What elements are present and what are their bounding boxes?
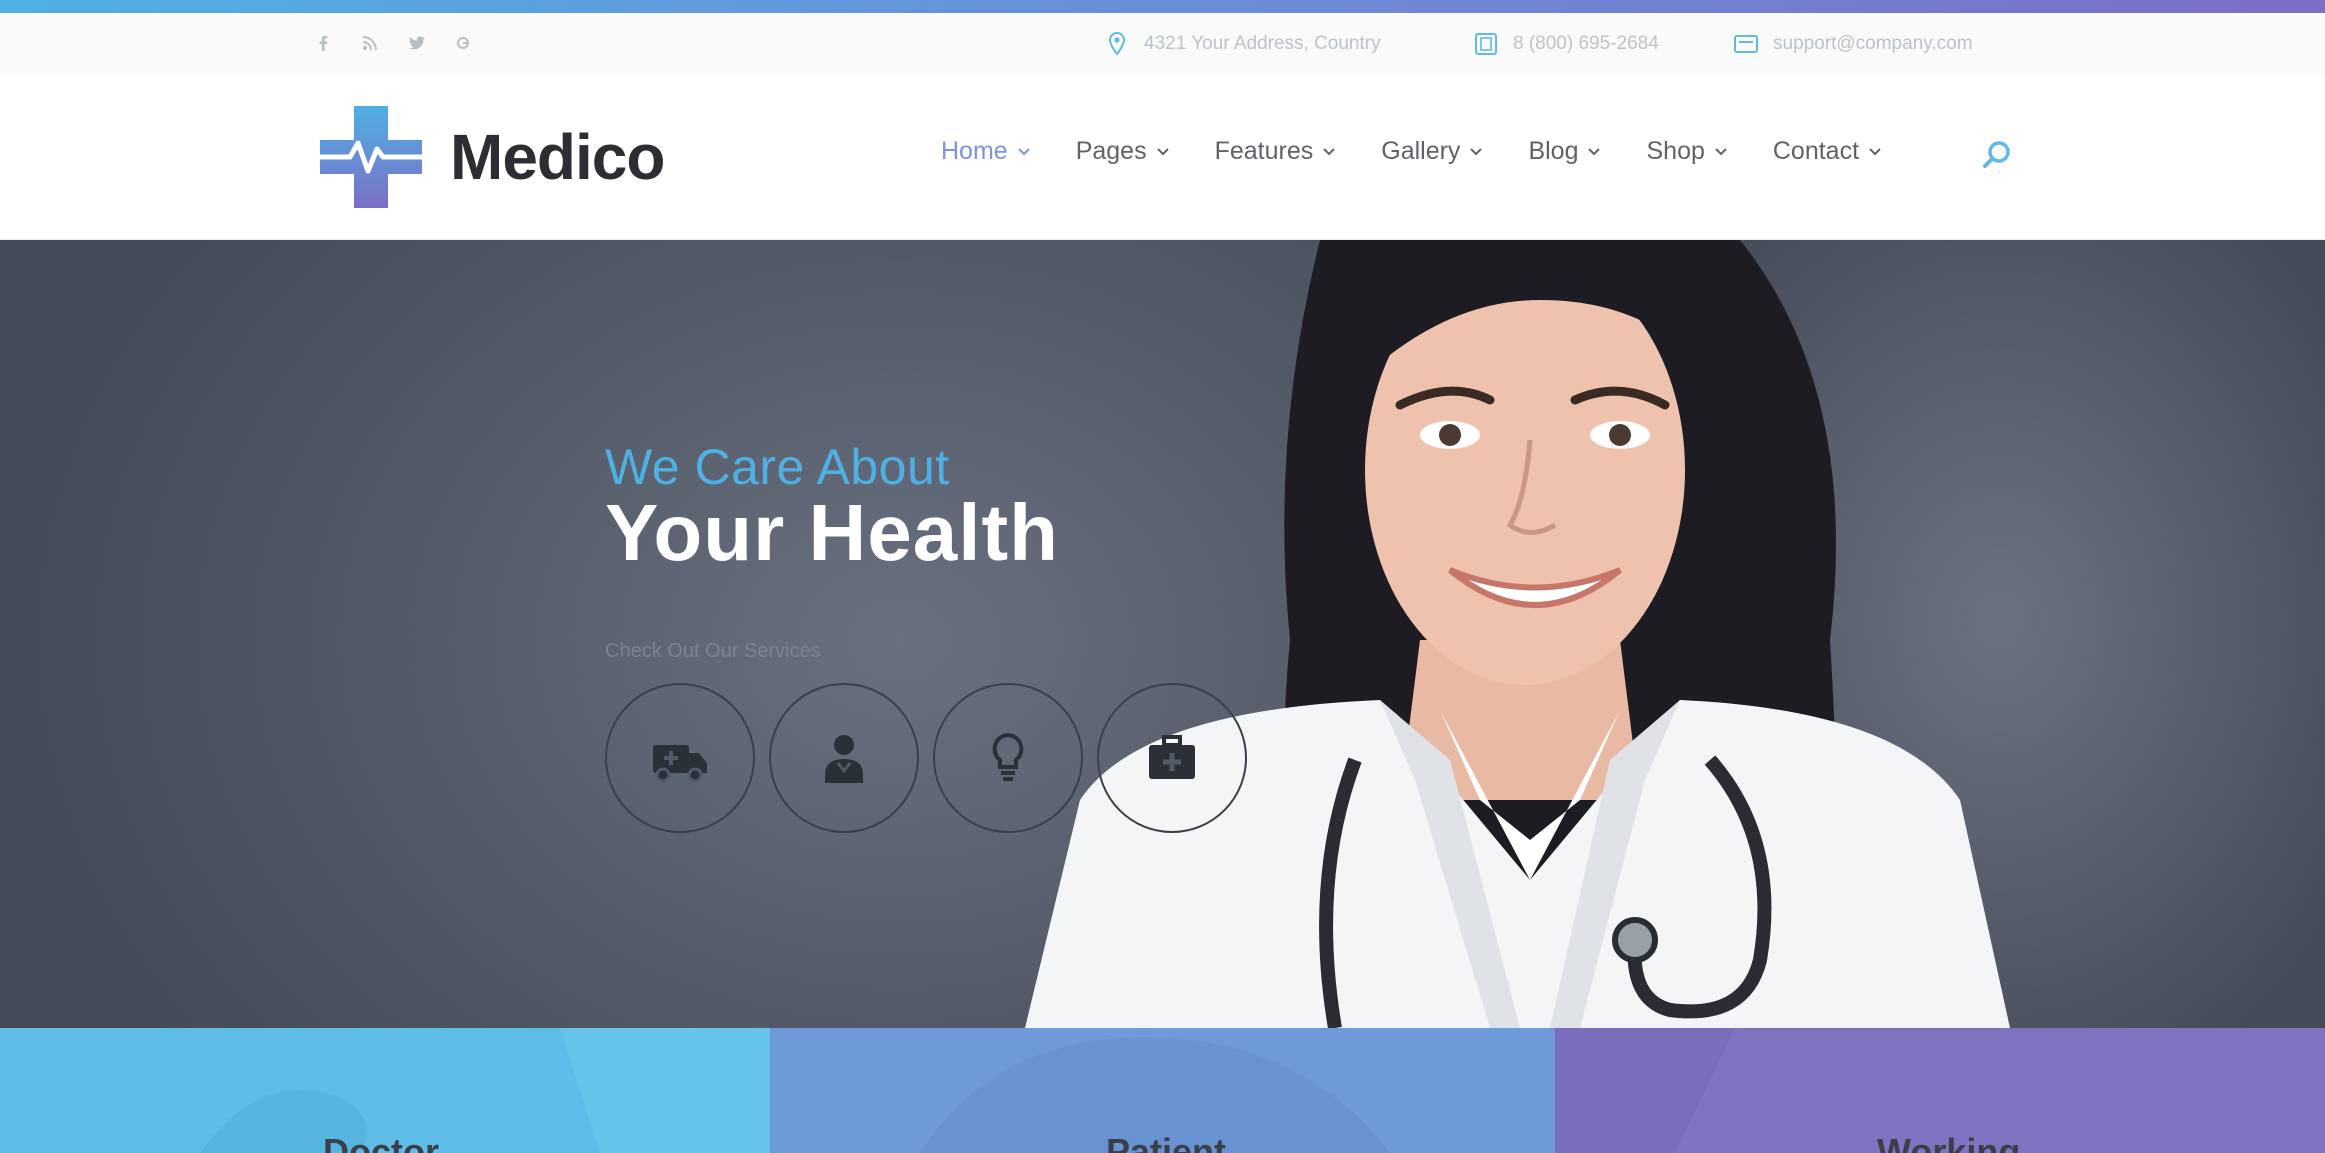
panel-title: Doctor bbox=[323, 1131, 439, 1153]
panel-title: Working bbox=[1877, 1131, 2021, 1153]
nav-item-pages[interactable]: Pages bbox=[1076, 137, 1170, 166]
services-label: Check Out Our Services bbox=[605, 640, 821, 662]
panel-patient[interactable]: Patient bbox=[770, 1028, 1555, 1153]
social-links bbox=[312, 31, 475, 55]
email-contact: support@company.com bbox=[1733, 31, 1973, 57]
medical-cross-logo-icon bbox=[320, 106, 422, 208]
nav-label: Gallery bbox=[1381, 137, 1461, 165]
first-aid-kit-icon bbox=[1149, 735, 1195, 779]
utility-bar: 4321 Your Address, Country 8 (800) 695-2… bbox=[0, 13, 2325, 75]
service-first-aid-button[interactable] bbox=[1097, 683, 1247, 833]
main-header: Medico Home Pages Features Gallery Blog … bbox=[0, 75, 2325, 240]
nav-item-blog[interactable]: Blog bbox=[1528, 137, 1601, 166]
phone-text[interactable]: 8 (800) 695-2684 bbox=[1513, 33, 1659, 55]
panel-doctor[interactable]: Doctor bbox=[0, 1028, 770, 1153]
nav-item-shop[interactable]: Shop bbox=[1646, 137, 1727, 166]
service-idea-button[interactable] bbox=[933, 683, 1083, 833]
nav-item-features[interactable]: Features bbox=[1215, 137, 1337, 166]
doctor-photo bbox=[1025, 240, 2010, 1028]
doctor-icon bbox=[825, 735, 863, 783]
chevron-down-icon bbox=[1470, 147, 1483, 155]
panel-title: Patient bbox=[1106, 1131, 1227, 1153]
nav-label: Home bbox=[941, 137, 1008, 165]
service-ambulance-button[interactable] bbox=[605, 683, 755, 833]
twitter-icon[interactable] bbox=[406, 31, 428, 55]
nav-label: Contact bbox=[1772, 137, 1860, 165]
nav-label: Features bbox=[1214, 137, 1314, 165]
chevron-down-icon bbox=[1017, 147, 1030, 155]
map-pin-icon bbox=[1108, 31, 1126, 56]
chevron-down-icon bbox=[1715, 147, 1727, 155]
phone-contact: 8 (800) 695-2684 bbox=[1473, 31, 1659, 57]
hero-banner: We Care About Your Health Check Out Our … bbox=[0, 240, 2325, 1028]
service-doctor-button[interactable] bbox=[769, 683, 919, 833]
hero-headline: Your Health bbox=[605, 488, 1060, 577]
ambulance-icon bbox=[653, 745, 707, 783]
chevron-down-icon bbox=[1869, 147, 1881, 155]
logo-text: Medico bbox=[450, 121, 665, 193]
nav-item-home[interactable]: Home bbox=[941, 137, 1031, 166]
nav-label: Blog bbox=[1528, 137, 1579, 165]
address-text: 4321 Your Address, Country bbox=[1144, 33, 1381, 54]
nav-item-contact[interactable]: Contact bbox=[1773, 137, 1882, 166]
address-contact: 4321 Your Address, Country bbox=[1104, 31, 1381, 57]
lightbulb-icon bbox=[992, 732, 1024, 781]
chevron-down-icon bbox=[1588, 147, 1601, 155]
envelope-icon bbox=[1734, 35, 1758, 53]
google-plus-icon[interactable] bbox=[453, 31, 475, 55]
main-nav: Home Pages Features Gallery Blog Shop Co… bbox=[941, 137, 1882, 166]
search-icon bbox=[1983, 141, 2010, 168]
facebook-icon[interactable] bbox=[312, 31, 334, 55]
nav-item-gallery[interactable]: Gallery bbox=[1381, 137, 1483, 166]
top-accent-bar bbox=[0, 0, 2325, 13]
email-text[interactable]: support@company.com bbox=[1773, 33, 1973, 55]
search-button[interactable] bbox=[1981, 138, 2015, 172]
nav-label: Shop bbox=[1646, 137, 1705, 165]
nav-label: Pages bbox=[1075, 137, 1147, 165]
panel-working[interactable]: Working bbox=[1555, 1028, 2325, 1153]
rss-icon[interactable] bbox=[359, 31, 381, 55]
chevron-down-icon bbox=[1323, 147, 1335, 155]
site-logo[interactable]: Medico bbox=[316, 102, 665, 212]
phone-icon bbox=[1475, 33, 1497, 55]
chevron-down-icon bbox=[1156, 147, 1169, 155]
